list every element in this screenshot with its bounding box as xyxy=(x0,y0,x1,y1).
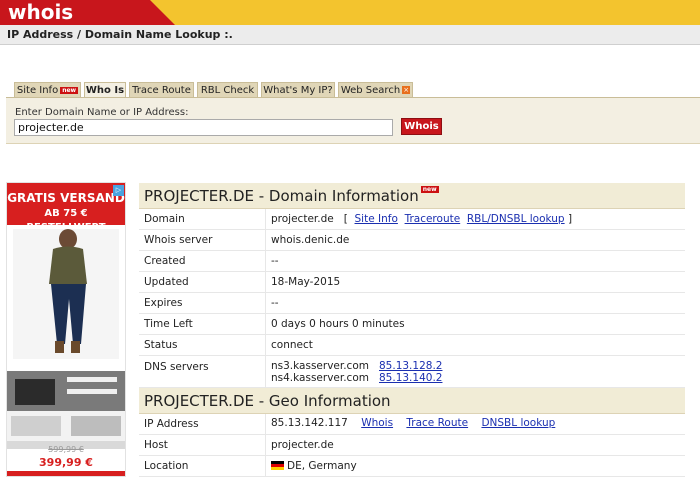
tab-label: What's My IP? xyxy=(263,85,333,96)
row-key: Whois server xyxy=(144,234,213,246)
table-row: Domain projecter.de [ Site Info Tracerou… xyxy=(139,209,685,230)
trace-route-link[interactable]: Trace Route xyxy=(406,417,468,429)
whois-link[interactable]: Whois xyxy=(361,417,393,429)
dnsbl-lookup-link[interactable]: DNSBL lookup xyxy=(481,417,555,429)
row-value: whois.denic.de xyxy=(271,234,350,246)
domain-search-input[interactable] xyxy=(14,119,393,136)
furniture-picture xyxy=(7,371,125,449)
row-value: 85.13.142.117 Whois Trace Route DNSBL lo… xyxy=(271,417,556,429)
row-key: Time Left xyxy=(144,318,193,330)
new-badge: new xyxy=(60,86,79,94)
model-figure xyxy=(13,229,119,359)
row-value: projecter.de [ Site Info Traceroute RBL/… xyxy=(271,213,573,225)
ad-price: 399,99 € xyxy=(39,456,93,469)
tab-whats-my-ip[interactable]: What's My IP? xyxy=(261,82,335,98)
sub-header-bar: IP Address / Domain Name Lookup :. xyxy=(0,25,700,45)
row-key: Location xyxy=(144,460,189,472)
table-row: Whois server whois.denic.de xyxy=(139,230,685,251)
site-info-link[interactable]: Site Info xyxy=(355,213,398,225)
logo-text: whois xyxy=(8,0,74,24)
geo-info-heading: PROJECTER.DE - Geo Information xyxy=(139,388,685,414)
row-key: IP Address xyxy=(144,418,199,430)
row-key: DNS servers xyxy=(144,361,209,373)
row-value: projecter.de xyxy=(271,439,334,451)
row-value: -- xyxy=(271,255,279,267)
dns-ip-link[interactable]: 85.13.128.2 xyxy=(379,360,442,372)
tab-rbl-check[interactable]: RBL Check xyxy=(197,82,258,98)
tab-web-search[interactable]: Web Search × xyxy=(338,82,413,98)
whois-button[interactable]: Whois xyxy=(401,118,442,135)
tab-site-info[interactable]: Site Info new xyxy=(14,82,81,98)
tab-trace-route[interactable]: Trace Route xyxy=(129,82,194,98)
row-value: connect xyxy=(271,339,313,351)
tab-label: Who Is xyxy=(85,85,125,96)
row-value: 18-May-2015 xyxy=(271,276,341,288)
site-logo[interactable]: whois xyxy=(0,0,190,25)
traceroute-link[interactable]: Traceroute xyxy=(405,213,461,225)
tab-label: Web Search xyxy=(340,85,401,96)
ad-product-image-jeans[interactable] xyxy=(13,229,119,359)
tab-label: RBL Check xyxy=(200,85,255,96)
geo-info-title: PROJECTER.DE - Geo Information xyxy=(144,392,391,410)
dns-host: ns4.kasserver.com xyxy=(271,372,369,384)
table-row: Location DE, Germany xyxy=(139,456,685,477)
ad-banner[interactable]: GRATIS VERSAND AB 75 € BESTELLWERT xyxy=(7,183,125,233)
row-key: Created xyxy=(144,255,186,267)
page-title: IP Address / Domain Name Lookup :. xyxy=(7,28,233,41)
ad-old-price: 599,99 € xyxy=(48,445,84,454)
ad-banner-headline: GRATIS VERSAND xyxy=(7,191,125,205)
table-row: DNS servers ns3.kasserver.com 85.13.128.… xyxy=(139,356,685,388)
tab-label: Site Info xyxy=(16,85,59,96)
new-badge: new xyxy=(420,186,439,193)
search-panel: Enter Domain Name or IP Address: Whois xyxy=(6,97,700,144)
dns-host: ns3.kasserver.com xyxy=(271,360,369,372)
table-row: Host projecter.de xyxy=(139,435,685,456)
table-row: Created -- xyxy=(139,251,685,272)
adchoices-icon[interactable]: ▷ xyxy=(113,185,124,196)
ad-bottom-bar xyxy=(7,471,125,476)
row-value: DE, Germany xyxy=(271,460,357,472)
row-key: Updated xyxy=(144,276,189,288)
advertisement[interactable]: GRATIS VERSAND AB 75 € BESTELLWERT ▷ 599… xyxy=(6,182,126,477)
row-key: Expires xyxy=(144,297,183,309)
germany-flag-icon xyxy=(271,461,284,470)
row-value: -- xyxy=(271,297,279,309)
row-key: Host xyxy=(144,439,168,451)
table-row: Expires -- xyxy=(139,293,685,314)
dns-server-list: ns3.kasserver.com 85.13.128.2 ns4.kasser… xyxy=(271,360,442,384)
ad-product-image-furniture[interactable] xyxy=(7,371,125,449)
rbl-dnsbl-lookup-link[interactable]: RBL/DNSBL lookup xyxy=(467,213,565,225)
close-icon: × xyxy=(402,86,411,94)
tab-label: Trace Route xyxy=(132,85,191,96)
table-row: Status connect xyxy=(139,335,685,356)
dns-ip-link[interactable]: 85.13.140.2 xyxy=(379,372,442,384)
table-row: Time Left 0 days 0 hours 0 minutes xyxy=(139,314,685,335)
table-row: IP Address 85.13.142.117 Whois Trace Rou… xyxy=(139,414,685,435)
row-key: Status xyxy=(144,339,178,351)
domain-info-heading: PROJECTER.DE - Domain Information new xyxy=(139,183,685,209)
row-value: 0 days 0 hours 0 minutes xyxy=(271,318,405,330)
row-key: Domain xyxy=(144,213,185,225)
search-label: Enter Domain Name or IP Address: xyxy=(15,107,189,118)
domain-info-title: PROJECTER.DE - Domain Information new xyxy=(144,186,439,205)
table-row: Updated 18-May-2015 xyxy=(139,272,685,293)
